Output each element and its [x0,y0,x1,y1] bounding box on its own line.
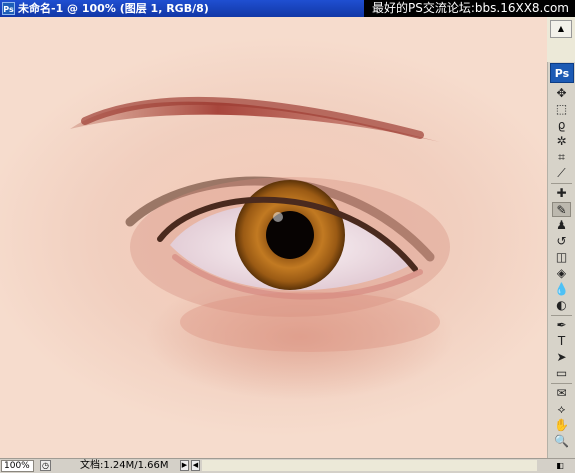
blur-tool-icon[interactable]: 💧 [552,282,571,297]
type-tool-icon[interactable]: T [552,334,571,349]
hand-tool-icon[interactable]: ✋ [552,418,571,433]
healing-brush-tool-icon[interactable]: ✚ [552,186,571,201]
title-bar: Ps 未命名-1 @ 100% (图层 1, RGB/8) 最好的PS交流论坛:… [0,0,575,17]
path-selection-tool-icon[interactable]: ➤ [552,350,571,365]
lasso-tool-icon[interactable]: ϱ [552,118,571,133]
status-bar: 100% ◷ 文档:1.24M/1.66M ▶ ◀ ◧ [0,458,575,473]
history-brush-tool-icon[interactable]: ↺ [552,234,571,249]
toolbox-separator [551,315,572,316]
slice-tool-icon[interactable]: ⟋ [552,166,571,181]
document-info[interactable]: 文档:1.24M/1.66M [80,459,169,472]
document-title: 未命名-1 @ 100% (图层 1, RGB/8) [18,2,209,15]
zoom-level-field[interactable]: 100% [1,460,34,472]
app-icon[interactable]: Ps [2,2,15,15]
marquee-tool-icon[interactable]: ⬚ [552,102,571,117]
toolbox-separator [551,183,572,184]
color-swatch-icon[interactable]: ◧ [549,460,571,471]
horizontal-scrollbar[interactable] [202,460,537,471]
eraser-tool-icon[interactable]: ◫ [552,250,571,265]
eye-painting [70,96,450,352]
brush-tool-icon[interactable]: ✎ [552,202,571,217]
shape-tool-icon[interactable]: ▭ [552,366,571,381]
watermark-text: 最好的PS交流论坛:bbs.16XX8.com [364,0,575,17]
toolbox-panel: Ps ✥ ⬚ ϱ ✲ ⌗ ⟋ ✚ ✎ ♟ ↺ ◫ ◈ 💧 ◐ ✒ T ➤ ▭ ✉ ⟡ ✋ 🔍 [547,62,575,458]
eyedropper-tool-icon[interactable]: ⟡ [552,402,571,417]
magic-wand-tool-icon[interactable]: ✲ [552,134,571,149]
vertical-scrollbar[interactable]: ▲ [547,17,575,62]
move-tool-icon[interactable]: ✥ [552,86,571,101]
pen-tool-icon[interactable]: ✒ [552,318,571,333]
scroll-left-button[interactable]: ◀ [191,460,200,471]
notes-tool-icon[interactable]: ✉ [552,386,571,401]
toolbox-separator [551,383,572,384]
zoom-tool-icon[interactable]: 🔍 [552,434,571,449]
paint-bucket-tool-icon[interactable]: ◈ [552,266,571,281]
crop-tool-icon[interactable]: ⌗ [552,150,571,165]
zoom-reset-button[interactable]: ◷ [40,460,51,471]
scroll-up-button[interactable]: ▲ [550,20,572,38]
document-canvas[interactable] [0,17,547,458]
dodge-tool-icon[interactable]: ◐ [552,298,571,313]
clone-stamp-tool-icon[interactable]: ♟ [552,218,571,233]
photoshop-logo[interactable]: Ps [550,63,574,83]
status-menu-button[interactable]: ▶ [180,460,189,471]
